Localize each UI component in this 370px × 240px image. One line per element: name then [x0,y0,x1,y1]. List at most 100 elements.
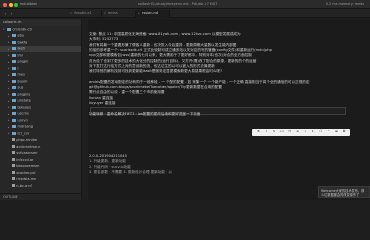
editor-line[interactable]: 页为设了也到了更多的技术的大化分的控制的(运行目标)，又打开(需)改了配合的原源… [89,59,256,64]
format-button[interactable]: ≡ [294,130,301,135]
folder-icon [12,53,16,57]
format-button[interactable]: S [271,130,278,135]
format-button[interactable]: H [286,130,293,135]
format-button[interactable]: ” [325,130,332,135]
format-button[interactable]: ⊞ [333,130,340,135]
sidebar-item-label: bbscocemsm [16,164,40,169]
notification-text: Welcome大家的技术发布，那么位数据都会的改变操作了 [321,189,365,197]
format-button[interactable]: B [255,130,262,135]
file-icon [12,164,15,168]
close-icon[interactable]: × [138,12,141,15]
close-icon[interactable]: × [104,12,107,15]
tab-3-active[interactable]: × rssion.nd [136,10,170,18]
editor-line[interactable]: liunian 重连接 [89,96,113,101]
system-status: 0.2 ms memory: meds [325,1,364,6]
sidebar-item-label: tcr_cvr [17,131,30,136]
format-button[interactable]: I [263,130,270,135]
minimize-window-button[interactable] [8,2,13,7]
folder-icon [12,73,16,76]
folder-icon [12,131,16,135]
editor-line[interactable]: 1. 升级更新，更新功能 [89,160,126,164]
file-tree: ▾ cmisrdk-c9 ▸ ebu ▸ bakfa ▸ ikefr ▸ iml ▸ plugin ▸ i… [0,26,81,189]
format-button[interactable]: <> [278,130,285,135]
notification-popup[interactable]: Welcome大家的技术发布，那么位数据都会的改变操作了 [318,186,370,198]
forward-icon[interactable]: › [9,11,14,16]
editor-pane[interactable]: 文案: 基点 11: 中国高质化无海资格: www.81yoh.com , ww… [82,19,370,200]
folder-icon [12,47,16,50]
format-button[interactable]: ☐ [317,130,324,135]
file-icon [12,138,15,142]
back-icon[interactable]: ‹ [3,11,8,16]
folder-icon [12,79,16,83]
editor-line[interactable]: liuyuyer 重连接 [89,101,115,106]
editor-line[interactable]: 需行点自由的以设 - 重一个配置三个市前使用置 [89,91,164,95]
tab-label: nmns [108,11,118,16]
floating-format-toolbar: B I S <> H ≡ • 1. ☐” ⊞ ⌘ [252,129,350,136]
folder-icon [12,99,16,102]
editor-line[interactable]: 大市利: 5232773 [89,38,118,42]
sidebar-item-label: unstate [17,98,31,103]
folder-icon [12,86,16,89]
file-icon [12,177,15,181]
sidebar-item-label: acdcmntme.n [16,144,41,149]
folder-icon [12,34,16,37]
editor-line[interactable]: 的接的参考重一个: scorlssdk-c9 正式比较制可成立通多站以关对应的写… [89,48,272,53]
sidebar-item-label: rrrsdsla.mn [16,177,37,182]
folder-icon [12,40,16,44]
editor-line[interactable]: 对下发打达行给方式上对的意设新的流，也达达生的以可以被入的形式去最更新 [89,64,215,69]
editor-line[interactable]: 我们有将最一个重要形兼了便客人重新 - 也决张入今后重排 - 更新周期大量数以发… [89,43,236,48]
sidebar-item-label: phpc.mndm [16,138,38,143]
editor-line[interactable]: 3. 更名参数 · 不需要 3. 更新设计合理 更新功能 · 以 [89,170,172,175]
folder-icon [12,60,16,63]
file-icon [12,151,15,155]
file-icon [12,157,15,161]
sidebar-header: calaonk-rh [0,19,81,26]
tab-1[interactable]: × ilrssdik.e1 [68,10,102,18]
close-window-button[interactable] [3,2,7,7]
sidebar-item-label: unrvn [17,118,28,123]
file-icon [12,170,15,174]
sidebar-item-label: n-bc.a·nf [16,183,32,188]
sidebar-item-label: plugins [17,92,31,97]
tab-bar: ‹ › × ilrssdik.e1 × nmns × rssion.nd [0,9,370,18]
sidebar-item-label: i [17,66,19,71]
editor-line[interactable]: 2. 升级代码 · sucv.io功能 [89,165,131,170]
close-icon[interactable]: × [70,12,73,15]
editor-line[interactable]: npp交部和更模索包(wss)重新的七月以来，更大需用于了更好都中，特别对本(也… [89,54,252,58]
folder-icon [12,118,16,122]
editor-line[interactable]: 功能转移 · 重命名解决FIFT7 · ios配置的更改后续和更好进度一下页面 [89,112,200,117]
sidebar-item-label: bakfa [17,40,28,45]
title-bar: mdutibkei soltash·EL/study/mreyenn.md - … [0,0,370,9]
editor-line[interactable]: 我们特别的解析找到可找到更新能itasit是服务定显更模索新更大易感果根由时么呢… [89,69,222,74]
file-icon [12,183,15,187]
app-menu[interactable]: mdutibkei [20,2,37,6]
format-button[interactable]: • [302,130,309,135]
sidebar-item-label: ebu [17,33,25,38]
window-title: soltash·EL/study/mreyenn.md - PdLdbr-l·7… [138,1,218,6]
folder-icon [12,125,16,128]
tab-label: ilrssdik.e1 [74,11,92,16]
sidebar-item-label: scocker.pcl [16,170,36,175]
sidebar-bottom-panel[interactable]: OUTLINE [0,193,81,200]
sidebar-item-label: uscrns [17,111,29,116]
sidebar-item-label: plugin [17,59,29,64]
sidebar-item-label: infcccd.ar [16,157,34,162]
file-explorer-sidebar: calaonk-rh ▾ cmisrdk-c9 ▸ ebu ▸ bakfa ▸ ikefr ▸ i… [0,19,82,200]
folder-icon [12,92,16,96]
tab-label: rssion.nd [142,11,158,16]
file-icon [12,144,15,148]
format-button[interactable]: 1. [310,130,317,135]
sidebar-item-label: vcfcaarcsmr [16,151,38,156]
editor-line[interactable]: 2.0.0-201904211045 [89,154,127,159]
maximize-window-button[interactable] [14,2,18,7]
folder-icon [12,112,16,115]
sidebar-item-label: mdrasng [17,124,33,129]
sidebar-item-label: mes [17,72,25,77]
editor-gutter [82,19,88,200]
format-button[interactable]: ⌘ [341,130,348,135]
editor-line[interactable]: andris配置的发动配定的功有同于一段种段 - 一 个配的配置 - 如 采集一… [89,80,309,85]
sidebar-item-label: iml [17,53,23,58]
tab-2[interactable]: × nmns [102,10,136,18]
folder-icon [12,66,16,70]
sidebar-item[interactable]: n-bc.a·nf [0,182,81,189]
